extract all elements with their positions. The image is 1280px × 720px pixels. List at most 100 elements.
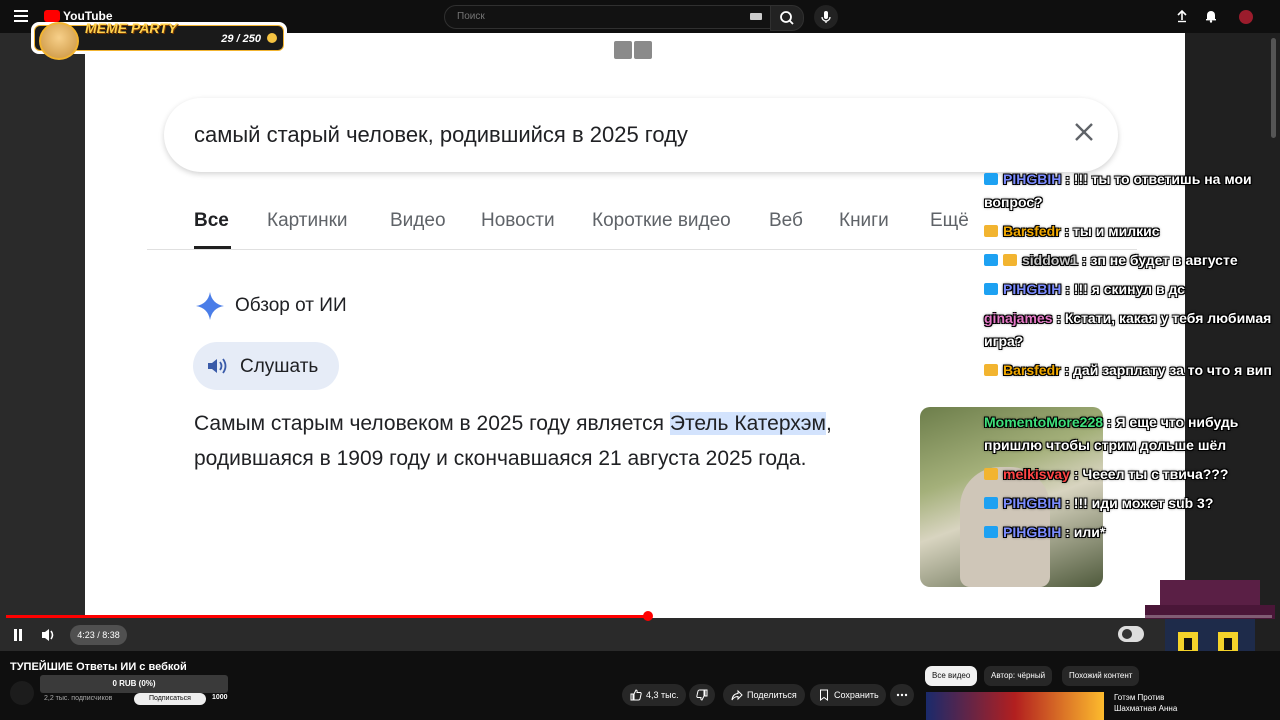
listen-label: Слушать bbox=[240, 356, 319, 377]
meme-party-panel: MEME PARTY 29 / 250 bbox=[34, 20, 284, 60]
chat-username: Barsfedr bbox=[1003, 362, 1061, 378]
listen-button: Слушать bbox=[193, 342, 339, 390]
skip-icon[interactable] bbox=[634, 41, 652, 59]
chat-username: PIHGBIH bbox=[1003, 281, 1062, 297]
menu-icon[interactable] bbox=[14, 10, 28, 22]
chat-username: PIHGBIH bbox=[1003, 524, 1062, 540]
chat-username: ginajames bbox=[984, 310, 1053, 326]
chip-related[interactable]: Похожий контент bbox=[1062, 666, 1140, 686]
subscriber-count: 2,2 тыс. подписчиков bbox=[44, 695, 113, 702]
share-icon bbox=[731, 689, 743, 701]
like-button[interactable]: 4,3 тыс. bbox=[622, 684, 686, 706]
google-search-bar: самый старый человек, родившийся в 2025 … bbox=[164, 98, 1118, 172]
like-count: 4,3 тыс. bbox=[646, 690, 679, 700]
user-avatar[interactable] bbox=[1239, 10, 1253, 24]
pause-icon[interactable] bbox=[8, 625, 28, 645]
miniplayer-icon[interactable] bbox=[614, 41, 632, 59]
subscriber-goal: 1000 bbox=[212, 694, 228, 701]
recommended-title[interactable]: Готэм Против Шахматная Анна bbox=[1114, 692, 1194, 714]
search-input[interactable] bbox=[455, 10, 739, 23]
tab-books: Книги bbox=[839, 210, 889, 231]
recommended-thumbnail[interactable] bbox=[926, 692, 1104, 720]
chat-message: PIHGBIH : или* bbox=[984, 521, 1276, 544]
chat-message: Barsfedr : ты и милкис bbox=[984, 220, 1276, 243]
tab-short-videos: Короткие видео bbox=[592, 210, 731, 231]
chat-username: PIHGBIH bbox=[1003, 171, 1062, 187]
progress-scrubber[interactable] bbox=[642, 611, 653, 621]
time-display: 4:23 / 8:38 bbox=[70, 625, 127, 645]
close-icon bbox=[1075, 123, 1093, 141]
chat-message: PIHGBIH : !!! я скинул в дс bbox=[984, 278, 1276, 301]
chat-text: : зп не будет в августе bbox=[1078, 252, 1238, 268]
progress-played bbox=[6, 615, 648, 618]
ai-answer-text: Самым старым человеком в 2025 году являе… bbox=[194, 406, 894, 476]
subscriber-badge-icon bbox=[984, 254, 998, 266]
chat-username: MomentoMore228 bbox=[984, 414, 1104, 430]
chat-text: : дай зарплату за то что я вип bbox=[1060, 362, 1272, 378]
speaker-icon bbox=[208, 358, 227, 374]
search-box[interactable] bbox=[444, 5, 771, 29]
answer-highlight: Этель Катерхэм bbox=[669, 412, 826, 435]
thumbs-down-icon bbox=[696, 689, 708, 701]
search-query-text: самый старый человек, родившийся в 2025 … bbox=[194, 122, 688, 147]
meme-party-overlay: MEME PARTY 29 / 250 bbox=[31, 20, 287, 60]
chat-text: : !!! иди может sub 3? bbox=[1061, 495, 1214, 511]
scrollbar[interactable] bbox=[1271, 38, 1276, 138]
chip-all-videos[interactable]: Все видео bbox=[925, 666, 978, 686]
vip-badge-icon bbox=[984, 364, 998, 376]
tab-images: Картинки bbox=[267, 210, 348, 231]
mic-icon bbox=[821, 11, 831, 23]
coin-icon bbox=[267, 33, 277, 43]
tab-news: Новости bbox=[481, 210, 555, 231]
keyboard-icon[interactable] bbox=[750, 13, 762, 20]
video-title: ТУПЕЙШИЕ Ответы ИИ с вебкой bbox=[10, 661, 187, 673]
voice-search-button[interactable] bbox=[814, 5, 838, 29]
subscriber-badge-icon bbox=[984, 173, 998, 185]
chat-text: : или* bbox=[1061, 524, 1106, 540]
chat-username: PIHGBIH bbox=[1003, 495, 1062, 511]
search-icon bbox=[780, 11, 794, 25]
more-icon bbox=[896, 693, 908, 697]
save-label: Сохранить bbox=[834, 690, 879, 700]
notifications-bell-icon[interactable] bbox=[1204, 9, 1218, 23]
miniplayer-controls bbox=[614, 41, 654, 59]
save-button[interactable]: Сохранить bbox=[810, 684, 886, 706]
tab-web: Веб bbox=[769, 210, 803, 231]
chat-message: siddow1 : зп не будет в августе bbox=[984, 249, 1276, 272]
youtube-logo-icon[interactable] bbox=[44, 10, 60, 22]
chat-message: PIHGBIH : !!! ты то ответишь на мои вопр… bbox=[984, 168, 1276, 214]
autoplay-toggle[interactable] bbox=[1118, 626, 1144, 642]
chat-username: siddow1 bbox=[1022, 252, 1079, 268]
chat-message: ginajames : Кстати, какая у тебя любимая… bbox=[984, 307, 1276, 353]
dislike-button[interactable] bbox=[689, 684, 715, 706]
share-label: Поделиться bbox=[747, 690, 797, 700]
subscriber-badge-icon bbox=[984, 497, 998, 509]
chat-text: : ты и милкис bbox=[1060, 223, 1160, 239]
chat-message: Barsfedr : дай зарплату за то что я вип bbox=[984, 359, 1276, 382]
vip-badge-icon bbox=[984, 468, 998, 480]
subscribe-button[interactable]: Подписаться bbox=[134, 693, 206, 705]
meme-party-title: MEME PARTY bbox=[85, 20, 178, 36]
subscriber-badge-icon bbox=[984, 283, 998, 295]
ai-overview-title: Обзор от ИИ bbox=[235, 295, 347, 316]
answer-text-start: Самым старым человеком в 2025 году являе… bbox=[194, 412, 670, 435]
upload-icon[interactable] bbox=[1175, 9, 1189, 23]
donation-goal-bar: 0 RUB (0%) bbox=[40, 675, 228, 693]
doge-icon bbox=[39, 22, 79, 60]
chip-author[interactable]: Автор: чёрный bbox=[984, 666, 1053, 686]
tab-video: Видео bbox=[390, 210, 446, 231]
more-actions-button[interactable] bbox=[890, 684, 914, 706]
channel-avatar[interactable] bbox=[10, 681, 34, 705]
volume-icon[interactable] bbox=[38, 625, 60, 645]
search-button[interactable] bbox=[770, 5, 804, 31]
chat-username: melkisvay bbox=[1003, 466, 1070, 482]
thumbs-up-icon bbox=[630, 689, 642, 701]
chat-message: melkisvay : Чееел ты с твича??? bbox=[984, 463, 1276, 486]
share-button[interactable]: Поделиться bbox=[723, 684, 805, 706]
chat-message: MomentoMore228 : Я еще что нибудь пришлю… bbox=[984, 411, 1276, 457]
vip-badge-icon bbox=[984, 225, 998, 237]
meme-party-counter: 29 / 250 bbox=[221, 33, 261, 45]
tab-all: Все bbox=[194, 210, 229, 231]
tab-more: Ещё bbox=[930, 210, 969, 231]
chat-username: Barsfedr bbox=[1003, 223, 1061, 239]
